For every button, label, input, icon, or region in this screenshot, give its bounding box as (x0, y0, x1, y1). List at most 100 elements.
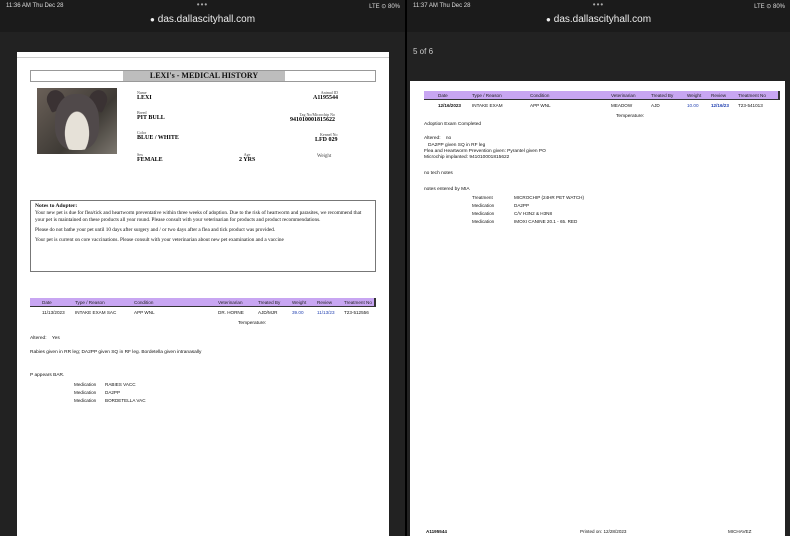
left-browser-pane: 11:36 AM Thu Dec 28 ••• LTE ⊙ 80% ● das.d… (0, 0, 405, 536)
col-date: Date (42, 300, 52, 305)
page-title: LEXI's - MEDICAL HISTORY (123, 71, 285, 81)
cell-treated-by: AJD (651, 103, 660, 108)
cell-treatment-no: T23-512556 (344, 310, 369, 315)
page-top-band (17, 52, 389, 58)
document-page: LEXI's - MEDICAL HISTORY Name LEXI Breed… (17, 52, 389, 536)
med-type: Medication (74, 390, 97, 395)
med-type: Treatment (472, 195, 493, 200)
weight-field: Weight (317, 154, 331, 159)
color-value: BLUE / WHITE (137, 135, 179, 141)
col-veterinarian: Veterinarian (218, 300, 243, 305)
col-weight: Weight (687, 93, 702, 98)
page-footer: A1195544 Printed on: 12/28/2023 MICHAVEZ (410, 527, 785, 536)
tag-field: Tag No/Microchip No 941010001815622 (290, 112, 335, 123)
note-line: Flea and Heartworm Prevention given: Pyr… (424, 149, 546, 154)
cell-veterinarian: MEADOW (611, 103, 633, 108)
pdf-viewer[interactable]: 5 of 6 Date Type / Reason Condition Vete… (407, 32, 790, 536)
notes-paragraph-3: Your pet is current on core vaccinations… (35, 237, 284, 243)
cell-veterinarian: DR. HORNE (218, 310, 244, 315)
age-value: 2 YRS (239, 157, 256, 163)
cell-type: INTAKE EXAM (472, 103, 503, 108)
breed-value: PIT BULL (137, 115, 165, 121)
notes-paragraph-1: Your new pet is due for flea/tick and he… (35, 210, 362, 223)
med-type: Medication (74, 382, 97, 387)
altered-line: Altered: Yes (30, 336, 60, 341)
footer-user: MICHAVEZ (728, 529, 752, 534)
history-table-header: Date Type / Reason Condition Veterinaria… (30, 298, 376, 307)
status-bar: 11:36 AM Thu Dec 28 ••• LTE ⊙ 80% (0, 0, 405, 14)
cell-date: 11/13/2023 (42, 310, 65, 315)
bar-note: P appears BAR. (30, 373, 65, 378)
dog-face (55, 94, 99, 150)
address-bar[interactable]: ● das.dallascityhall.com (407, 14, 790, 34)
med-type: Medication (472, 219, 495, 224)
status-bar: 11:37 AM Thu Dec 28 ••• LTE ⊙ 80% (407, 0, 790, 14)
med-name: C/V H3N2 & H3N8 (514, 211, 553, 216)
med-name: MICROCHIP (24HR PET WATCH) (514, 195, 585, 200)
address-bar[interactable]: ● das.dallascityhall.com (0, 14, 405, 34)
animal-id-field: Animal ID A1195544 (313, 90, 338, 101)
vaccination-note: Rabies given in RR leg; DA2PP given SQ i… (30, 350, 202, 355)
cell-condition: APP WNL (530, 103, 551, 108)
med-name: BORDETELLA VAC (105, 398, 146, 403)
col-veterinarian: Veterinarian (611, 93, 636, 98)
col-condition: Condition (134, 300, 154, 305)
animal-id-value: A1195544 (313, 95, 339, 101)
pet-name: LEXI (137, 95, 152, 101)
age-field: Age 2 YRS (239, 152, 255, 163)
note-line: DA2PP given SQ in RF leg (428, 143, 486, 148)
weight-label: Weight (317, 154, 332, 159)
kennel-field: Kennel No LFD 029 (315, 132, 338, 143)
notes-paragraph-2: Please do not bathe your pet until 10 da… (35, 227, 276, 233)
med-name: DA2PP (514, 203, 530, 208)
notes-author: notes entered by MIA (424, 187, 470, 192)
tag-value: 941010001815622 (290, 117, 335, 123)
tech-notes: no tech notes (424, 171, 453, 176)
note-line: Microchip implanted: 941010001815622 (424, 155, 510, 160)
med-type: Medication (74, 398, 97, 403)
pdf-viewer[interactable]: LEXI's - MEDICAL HISTORY Name LEXI Breed… (0, 32, 405, 536)
pet-name-field: Name LEXI (137, 90, 152, 101)
footer-printed-on: Printed on: 12/28/2023 (580, 529, 627, 534)
col-treated-by: Treated By (651, 93, 674, 98)
lock-icon: ● (149, 15, 155, 24)
cell-condition: APP WNL (134, 310, 155, 315)
cell-weight: 39.00 (292, 310, 304, 315)
cell-type: INTAKE EXAM SAC (75, 310, 117, 315)
altered-line: Altered: no (424, 136, 451, 141)
title-box: LEXI's - MEDICAL HISTORY (30, 70, 376, 82)
col-review: Review (711, 93, 727, 98)
temperature-label: Temperature: (616, 114, 645, 119)
signal-battery-status: LTE ⊙ 80% (754, 4, 785, 10)
exam-note: Adoption Exam Completed (424, 122, 482, 127)
cell-weight: 10.00 (687, 103, 699, 108)
status-time: 11:36 AM Thu Dec 28 (6, 3, 64, 9)
url-text: das.dallascityhall.com (157, 14, 256, 25)
temperature-label: Temperature: (238, 321, 267, 326)
multitask-dots-icon[interactable]: ••• (197, 0, 208, 9)
kennel-value: LFD 029 (315, 137, 338, 143)
med-type: Medication (472, 211, 495, 216)
col-treatment-no: Treatment No (344, 300, 372, 305)
cell-treatment-no: T23-541013 (738, 103, 763, 108)
col-weight: Weight (292, 300, 307, 305)
col-type: Type / Reason (472, 93, 502, 98)
status-time: 11:37 AM Thu Dec 28 (413, 3, 471, 9)
col-treatment-no: Treatment No (738, 93, 766, 98)
color-field: Color BLUE / WHITE (137, 130, 179, 141)
right-browser-pane: 11:37 AM Thu Dec 28 ••• LTE ⊙ 80% ● das.d… (407, 0, 790, 536)
altered-value: no (445, 136, 452, 141)
med-name: RABIES VACC (105, 382, 136, 387)
altered-value: Yes (51, 336, 60, 341)
notes-title: Notes to Adopter: (35, 203, 78, 209)
multitask-dots-icon[interactable]: ••• (593, 0, 604, 9)
med-name: IMOXI CANINE 20.1 - 65. RED (514, 219, 578, 224)
med-type: Medication (472, 203, 495, 208)
lock-icon: ● (545, 15, 551, 24)
table-row: 11/13/2023 INTAKE EXAM SAC APP WNL DR. H… (30, 310, 376, 317)
history-table-header: Date Type / Reason Condition Veterinaria… (424, 91, 780, 100)
col-date: Date (438, 93, 448, 98)
breed-field: Breed PIT BULL (137, 110, 165, 121)
cell-date: 12/16/2023 (438, 103, 461, 108)
footer-animal-id: A1195544 (426, 529, 447, 534)
